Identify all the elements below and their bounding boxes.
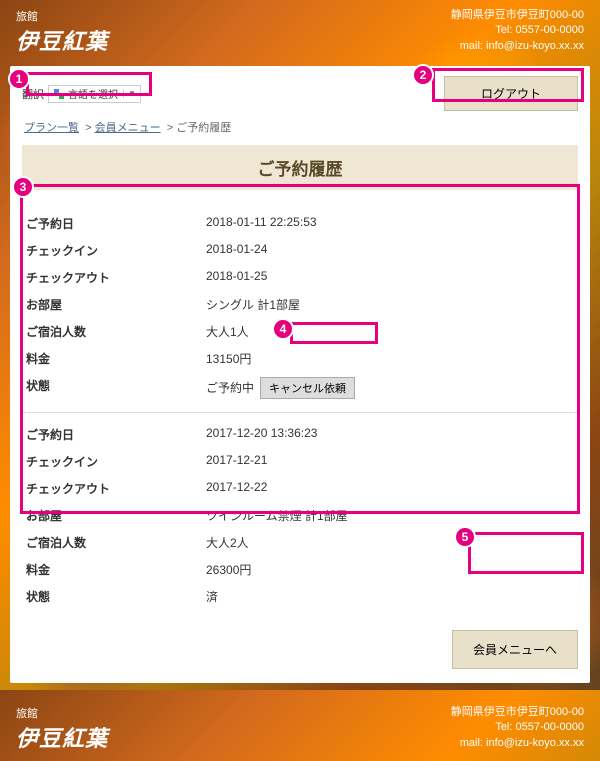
address-text: 静岡県伊豆市伊豆町000-00 xyxy=(451,8,584,23)
row-label: ご宿泊人数 xyxy=(26,534,206,551)
language-select-label: 言語を選択 xyxy=(68,86,118,101)
row-label: ご宿泊人数 xyxy=(26,323,206,340)
row-label: 状態 xyxy=(26,588,206,605)
reservation-block: ご予約日2017-12-20 13:36:23チェックイン2017-12-21チ… xyxy=(22,413,578,618)
row-label: 料金 xyxy=(26,350,206,367)
site-header: 旅館 伊豆紅葉 静岡県伊豆市伊豆町000-00 Tel: 0557-00-000… xyxy=(0,0,600,60)
google-translate-icon xyxy=(53,88,65,100)
row-value: 済 xyxy=(206,588,574,605)
row-value: 26300円 xyxy=(206,561,574,578)
logo-subtitle: 旅館 xyxy=(16,8,108,24)
row-label: お部屋 xyxy=(26,507,206,524)
row-value: 2017-12-22 xyxy=(206,480,574,497)
breadcrumb: プラン一覧 > 会員メニュー > ご予約履歴 xyxy=(22,119,578,135)
footer-logo: 旅館 伊豆紅葉 xyxy=(16,705,108,753)
row-label: ご予約日 xyxy=(26,426,206,443)
callout-badge: 4 xyxy=(272,318,294,340)
row-value: ご予約中キャンセル依頼 xyxy=(206,377,574,399)
logo: 旅館 伊豆紅葉 xyxy=(16,8,108,56)
callout-badge: 3 xyxy=(12,176,34,198)
row-label: チェックアウト xyxy=(26,269,206,286)
tel-text: Tel: 0557-00-0000 xyxy=(451,720,584,735)
table-row: お部屋ツインルーム禁煙 計1部屋 xyxy=(22,502,578,529)
table-row: ご予約日2017-12-20 13:36:23 xyxy=(22,421,578,448)
mail-text: mail: info@izu-koyo.xx.xx xyxy=(451,39,584,54)
cancel-request-button[interactable]: キャンセル依頼 xyxy=(260,377,355,399)
main-panel: 翻訳 言語を選択 ▼ ログアウト プラン一覧 > 会員メニュー > ご予約履歴 … xyxy=(10,66,590,683)
page-title: ご予約履歴 xyxy=(22,145,578,190)
address-text: 静岡県伊豆市伊豆町000-00 xyxy=(451,705,584,720)
table-row: 状態済 xyxy=(22,583,578,610)
row-label: チェックイン xyxy=(26,242,206,259)
reservation-block: ご予約日2018-01-11 22:25:53チェックイン2018-01-24チ… xyxy=(22,202,578,413)
table-row: チェックイン2018-01-24 xyxy=(22,237,578,264)
breadcrumb-plan-list[interactable]: プラン一覧 xyxy=(24,122,79,134)
row-value: 大人2人 xyxy=(206,534,574,551)
table-row: 料金13150円 xyxy=(22,345,578,372)
row-label: ご予約日 xyxy=(26,215,206,232)
table-row: チェックアウト2018-01-25 xyxy=(22,264,578,291)
logo-subtitle: 旅館 xyxy=(16,705,108,721)
mail-text: mail: info@izu-koyo.xx.xx xyxy=(451,736,584,751)
row-value: 2017-12-21 xyxy=(206,453,574,470)
table-row: チェックアウト2017-12-22 xyxy=(22,475,578,502)
table-row: 料金26300円 xyxy=(22,556,578,583)
row-value: 2018-01-11 22:25:53 xyxy=(206,215,574,232)
table-row: お部屋シングル 計1部屋 xyxy=(22,291,578,318)
callout-badge: 5 xyxy=(454,526,476,548)
breadcrumb-current: ご予約履歴 xyxy=(176,122,231,134)
tel-text: Tel: 0557-00-0000 xyxy=(451,23,584,38)
row-value: 13150円 xyxy=(206,350,574,367)
chevron-down-icon: ▼ xyxy=(123,89,136,98)
row-label: 料金 xyxy=(26,561,206,578)
site-footer: 旅館 伊豆紅葉 静岡県伊豆市伊豆町000-00 Tel: 0557-00-000… xyxy=(0,697,600,761)
reservation-history: ご予約日2018-01-11 22:25:53チェックイン2018-01-24チ… xyxy=(22,202,578,618)
callout-badge: 2 xyxy=(412,64,434,86)
row-value: 大人1人 xyxy=(206,323,574,340)
footer-button-row: 会員メニューへ xyxy=(22,630,578,669)
contact-info: 静岡県伊豆市伊豆町000-00 Tel: 0557-00-0000 mail: … xyxy=(451,8,584,54)
top-row: 翻訳 言語を選択 ▼ ログアウト xyxy=(22,76,578,111)
row-label: チェックイン xyxy=(26,453,206,470)
logout-button[interactable]: ログアウト xyxy=(444,76,578,111)
logo-title: 伊豆紅葉 xyxy=(16,29,108,54)
footer-contact: 静岡県伊豆市伊豆町000-00 Tel: 0557-00-0000 mail: … xyxy=(451,705,584,751)
breadcrumb-separator: > xyxy=(167,122,173,134)
row-value: ツインルーム禁煙 計1部屋 xyxy=(206,507,574,524)
row-label: チェックアウト xyxy=(26,480,206,497)
callout-badge: 1 xyxy=(8,68,30,90)
row-value: 2018-01-24 xyxy=(206,242,574,259)
row-value: 2018-01-25 xyxy=(206,269,574,286)
row-value: 2017-12-20 13:36:23 xyxy=(206,426,574,443)
breadcrumb-member-menu[interactable]: 会員メニュー xyxy=(95,122,161,134)
row-label: お部屋 xyxy=(26,296,206,313)
row-value: シングル 計1部屋 xyxy=(206,296,574,313)
table-row: チェックイン2017-12-21 xyxy=(22,448,578,475)
table-row: ご宿泊人数大人1人 xyxy=(22,318,578,345)
logo-title: 伊豆紅葉 xyxy=(16,726,108,751)
table-row: ご予約日2018-01-11 22:25:53 xyxy=(22,210,578,237)
row-label: 状態 xyxy=(26,377,206,399)
language-select[interactable]: 言語を選択 ▼ xyxy=(48,85,141,103)
member-menu-button[interactable]: 会員メニューへ xyxy=(452,630,578,669)
table-row: ご宿泊人数大人2人 xyxy=(22,529,578,556)
breadcrumb-separator: > xyxy=(85,122,91,134)
translate-widget: 翻訳 言語を選択 ▼ xyxy=(22,84,141,104)
table-row: 状態ご予約中キャンセル依頼 xyxy=(22,372,578,404)
